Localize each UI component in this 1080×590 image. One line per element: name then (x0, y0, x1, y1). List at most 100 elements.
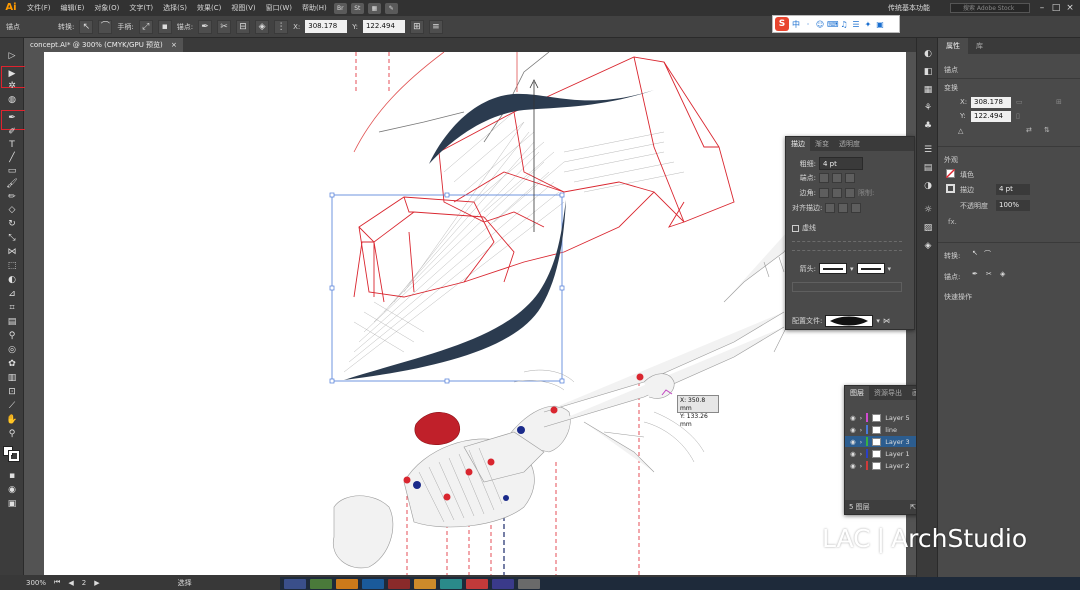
taskbar-app[interactable] (518, 578, 540, 589)
round-join-icon[interactable] (832, 188, 842, 198)
graph-tool-icon[interactable]: ▥ (4, 372, 20, 385)
perspective-grid-icon[interactable]: ⊿ (4, 288, 20, 301)
blend-tool-icon[interactable]: ◎ (4, 344, 20, 357)
selection-tool-icon[interactable]: ▷ (4, 50, 20, 63)
color-icon[interactable]: ◐ (922, 48, 934, 60)
flip-horizontal-icon[interactable]: ⇄ (1026, 126, 1032, 134)
rectangle-tool-icon[interactable]: ▭ (4, 165, 20, 178)
chevron-down-icon[interactable]: ▾ (876, 317, 880, 325)
rotate-tool-icon[interactable]: ↻ (4, 218, 20, 231)
document-close-icon[interactable]: × (171, 41, 177, 49)
isolate-icon[interactable]: ◈ (255, 19, 270, 34)
eyedropper-tool-icon[interactable]: ⚲ (4, 330, 20, 343)
ime-keyboard-icon[interactable]: ⌨ (827, 20, 839, 29)
mesh-tool-icon[interactable]: ⌗ (4, 302, 20, 315)
ime-punct-icon[interactable]: · (803, 20, 813, 29)
y-field[interactable]: 122.494 (971, 111, 1011, 122)
pen-tool-icon[interactable]: ✒ (4, 112, 20, 125)
draw-mode-icon[interactable]: ◉ (4, 484, 20, 497)
taskbar-app[interactable] (336, 578, 358, 589)
convert-corner-icon[interactable]: ↖ (79, 19, 94, 34)
weight-field[interactable]: 4 pt (819, 157, 863, 170)
pencil-tool-icon[interactable]: ✏ (4, 191, 20, 204)
layers-icon[interactable]: ◈ (922, 240, 934, 252)
menu-file[interactable]: 文件(F) (22, 0, 56, 16)
tab-libraries[interactable]: 库 (968, 38, 991, 54)
brush-icon[interactable]: ✎ (384, 2, 398, 14)
menu-select[interactable]: 选择(S) (158, 0, 192, 16)
tab-stroke[interactable]: 描边 (786, 137, 810, 151)
eye-icon[interactable]: ◉ (850, 450, 856, 458)
zoom-tool-icon[interactable]: ⚲ (4, 428, 20, 441)
align-outside-icon[interactable] (851, 203, 862, 213)
tab-asset-export[interactable]: 资源导出 (869, 386, 907, 400)
cut-path-icon[interactable]: ✂ (217, 19, 232, 34)
appearance-icon[interactable]: ☼ (922, 204, 934, 216)
hide-handles-icon[interactable]: ▪ (157, 19, 172, 34)
width-tool-icon[interactable]: ⋈ (4, 246, 20, 259)
color-guide-icon[interactable]: ◧ (922, 66, 934, 78)
convert-smooth-icon[interactable]: ⌒ (98, 19, 113, 34)
ime-tools-icon[interactable]: ▣ (875, 20, 885, 29)
gradient-icon[interactable]: ▤ (922, 162, 934, 174)
next-artboard-icon[interactable]: ▶ (94, 579, 99, 587)
dashed-checkbox[interactable] (792, 224, 799, 232)
taskbar-app[interactable] (414, 578, 436, 589)
reference-point-icon[interactable]: ⊞ (1056, 98, 1062, 106)
swatches-icon[interactable]: ▦ (922, 84, 934, 96)
workspace-switcher[interactable]: 传统基本功能 (888, 0, 930, 16)
x-field[interactable]: 308.178 (971, 97, 1011, 108)
prev-artboard-icon[interactable]: ◀ (68, 579, 73, 587)
cut-path-icon[interactable]: ✂ (986, 270, 992, 278)
butt-cap-icon[interactable] (819, 173, 829, 183)
eraser-tool-icon[interactable]: ◇ (4, 204, 20, 217)
more-options-icon[interactable]: ≡ (428, 19, 443, 34)
curvature-tool-icon[interactable]: ✐ (4, 126, 20, 139)
chevron-down-icon[interactable]: ▾ (888, 265, 892, 273)
paintbrush-tool-icon[interactable]: 🖌 (4, 178, 20, 191)
chevron-down-icon[interactable]: ▾ (850, 265, 854, 273)
first-artboard-icon[interactable]: ⏮ (54, 578, 60, 587)
bridge-icon[interactable]: Br (333, 2, 347, 14)
width-field-icon[interactable]: ▭ (1016, 98, 1023, 106)
free-transform-icon[interactable]: ⬚ (4, 260, 20, 273)
menu-view[interactable]: 视图(V) (226, 0, 260, 16)
fill-none-swatch[interactable] (946, 169, 955, 178)
stroke-weight-field[interactable]: 4 pt (996, 184, 1030, 195)
grid-icon[interactable]: ▦ (367, 2, 381, 14)
stock-icon[interactable]: St (350, 2, 364, 14)
align-icon[interactable]: ⊟ (236, 19, 251, 34)
taskbar-app[interactable] (466, 578, 488, 589)
export-icon[interactable]: ⇱ (910, 503, 916, 511)
profile-select[interactable] (825, 315, 874, 327)
ime-emoji-icon[interactable]: ☺ (815, 20, 825, 29)
ime-lang-icon[interactable]: 中 (791, 19, 801, 30)
gradient-tool-icon[interactable]: ▤ (4, 316, 20, 329)
color-mode-icon[interactable]: ▪ (4, 470, 20, 483)
eye-icon[interactable]: ◉ (850, 438, 856, 446)
opacity-field[interactable]: 100% (996, 200, 1030, 211)
ime-menu-icon[interactable]: ☰ (851, 20, 861, 29)
eye-icon[interactable]: ◉ (850, 414, 856, 422)
close-icon[interactable]: × (1064, 2, 1076, 14)
convert-corner-icon[interactable]: ↖ (972, 249, 978, 257)
menu-type[interactable]: 文字(T) (124, 0, 158, 16)
menu-object[interactable]: 对象(O) (89, 0, 124, 16)
taskbar-app[interactable] (362, 578, 384, 589)
menu-edit[interactable]: 编辑(E) (56, 0, 90, 16)
x-field[interactable]: 308.178 (305, 20, 348, 33)
zoom-level[interactable]: 300% (26, 579, 46, 587)
magic-wand-icon[interactable]: ✲ (4, 80, 20, 93)
taskbar-app[interactable] (492, 578, 514, 589)
square-cap-icon[interactable] (845, 173, 855, 183)
y-field[interactable]: 122.494 (362, 20, 405, 33)
tab-transparency[interactable]: 透明度 (834, 137, 865, 151)
canvas-area[interactable] (25, 52, 916, 575)
artboard-tool-icon[interactable]: ⊡ (4, 386, 20, 399)
remove-anchor-icon[interactable]: ✒ (972, 270, 978, 278)
remove-anchor-icon[interactable]: ✒ (198, 19, 213, 34)
stroke-swatch[interactable] (8, 450, 20, 462)
screen-mode-icon[interactable]: ▣ (4, 498, 20, 511)
isolate-icon[interactable]: ◈ (1000, 270, 1005, 278)
graphic-styles-icon[interactable]: ▨ (922, 222, 934, 234)
